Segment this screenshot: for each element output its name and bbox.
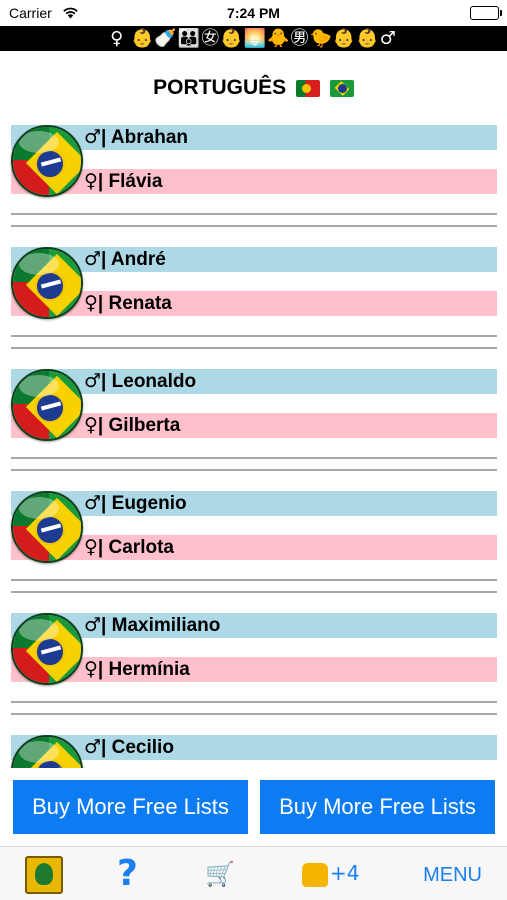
female-symbol-icon: ♀ — [84, 292, 98, 314]
portugal-brazil-flag-icon — [11, 735, 83, 768]
row-divider — [11, 457, 497, 459]
row-divider — [11, 713, 497, 715]
male-symbol-icon: ♂ — [84, 370, 102, 392]
portugal-brazil-flag-icon — [11, 125, 83, 197]
emoji-banner: ♀ 👶🍼👪㊛👶🌅🐥㊚🐤👶👶♂ — [0, 26, 507, 51]
row-divider — [11, 579, 497, 581]
male-name-bar[interactable]: ♂| Maximiliano — [11, 613, 497, 638]
row-divider — [11, 469, 497, 471]
name-pair-row[interactable]: ♂| André ♀| Renata — [0, 235, 507, 357]
female-name: | Flávia — [97, 171, 163, 192]
male-name-bar[interactable]: ♂| Eugenio — [11, 491, 497, 516]
row-divider — [11, 213, 497, 215]
female-name-bar[interactable]: ♀| Carlota — [11, 535, 497, 560]
buy-more-lists-button-right[interactable]: Buy More Free Lists — [260, 780, 495, 834]
male-symbol-icon: ♂ — [84, 126, 102, 148]
name-pair-row[interactable]: ♂| Cecilio ♀ — [0, 723, 507, 768]
male-name: | Eugenio — [101, 493, 187, 514]
male-name: | Maximiliano — [101, 615, 221, 636]
cart-icon[interactable]: 🛒 — [205, 860, 235, 888]
row-divider — [11, 347, 497, 349]
menu-button[interactable]: MENU — [423, 864, 482, 887]
bottom-tab-bar: ? 🛒 +4 MENU — [0, 846, 507, 900]
female-symbol-icon: ♀ — [84, 658, 98, 680]
male-name: | Leonaldo — [101, 371, 197, 392]
clock: 7:24 PM — [227, 5, 280, 21]
battery-tip — [500, 10, 502, 16]
female-symbol-icon: ♀ — [84, 536, 98, 558]
row-divider — [11, 335, 497, 337]
male-name: | Abrahan — [101, 127, 189, 148]
portugal-brazil-flag-icon — [11, 491, 83, 563]
male-symbol-icon: ♂ — [84, 614, 102, 636]
male-name-bar[interactable]: ♂| André — [11, 247, 497, 272]
like-button[interactable]: +4 — [302, 861, 359, 887]
male-symbol-icon: ♂ — [84, 492, 102, 514]
portugal-brazil-flag-icon — [11, 247, 83, 319]
female-symbol-icon: ♀ — [84, 170, 98, 192]
name-pair-row[interactable]: ♂| Leonaldo ♀| Gilberta — [0, 357, 507, 479]
female-name-bar[interactable]: ♀| Gilberta — [11, 413, 497, 438]
status-bar: Carrier 7:24 PM — [0, 0, 507, 26]
male-symbol-icon: ♂ — [84, 736, 102, 758]
portugal-flag-icon — [296, 79, 320, 97]
portugal-brazil-flag-icon — [11, 613, 83, 685]
male-name: | André — [101, 249, 166, 270]
female-name: | Carlota — [97, 537, 174, 558]
female-symbol-icon: ♀ — [84, 414, 98, 436]
row-divider — [11, 225, 497, 227]
name-list[interactable]: ♂| Abrahan ♀| Flávia ♂| André ♀| Renata … — [0, 113, 507, 768]
male-name: | Cecilio — [101, 737, 174, 758]
female-name: | Gilberta — [97, 415, 181, 436]
battery-icon — [470, 6, 499, 20]
help-icon[interactable]: ? — [117, 853, 138, 894]
name-pair-row[interactable]: ♂| Eugenio ♀| Carlota — [0, 479, 507, 601]
thumbs-up-icon — [302, 862, 328, 887]
female-name-bar[interactable]: ♀| Hermínia — [11, 657, 497, 682]
page-title: PORTUGUÊS — [0, 76, 507, 100]
male-symbol-icon: ♂ — [84, 248, 102, 270]
female-name: | Hermínia — [97, 659, 190, 680]
row-divider — [11, 591, 497, 593]
portugal-brazil-flag-icon — [11, 369, 83, 441]
male-name-bar[interactable]: ♂| Cecilio — [11, 735, 497, 760]
brazil-flag-icon — [329, 79, 354, 97]
app-logo-icon[interactable] — [25, 856, 63, 894]
name-pair-row[interactable]: ♂| Maximiliano ♀| Hermínia — [0, 601, 507, 723]
like-count: +4 — [330, 861, 360, 885]
male-name-bar[interactable]: ♂| Abrahan — [11, 125, 497, 150]
female-name-bar[interactable]: ♀| Renata — [11, 291, 497, 316]
male-name-bar[interactable]: ♂| Leonaldo — [11, 369, 497, 394]
page-title-text: PORTUGUÊS — [153, 76, 287, 99]
row-divider — [11, 701, 497, 703]
female-name: | Renata — [97, 293, 172, 314]
female-name-bar[interactable]: ♀| Flávia — [11, 169, 497, 194]
buy-more-lists-button-left[interactable]: Buy More Free Lists — [13, 780, 248, 834]
name-pair-row[interactable]: ♂| Abrahan ♀| Flávia — [0, 113, 507, 235]
